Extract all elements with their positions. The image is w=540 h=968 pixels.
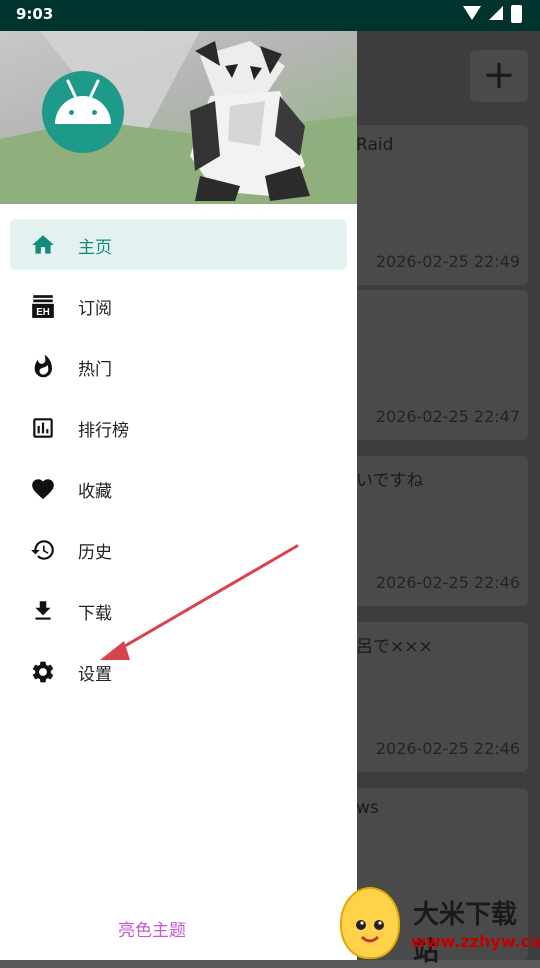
menu-item-label: 下载 (78, 604, 112, 624)
panda-illustration (190, 41, 310, 201)
menu-item-history[interactable]: 历史 (10, 524, 347, 575)
add-button[interactable]: + (470, 50, 528, 102)
gallery-card-time: 2026-02-25 22:46 (375, 739, 520, 758)
gallery-card-title: ws (356, 798, 379, 818)
gallery-card-time: 2026-02-25 22:47 (375, 407, 520, 426)
gallery-card-time: 2026-02-25 22:46 (375, 573, 520, 592)
gallery-card-title: いですね (356, 471, 424, 491)
watermark-logo-icon (340, 887, 400, 959)
gallery-card-time: 2026-02-25 22:49 (375, 252, 520, 271)
android-antenna-icon (66, 79, 100, 98)
drawer-header (0, 31, 357, 204)
menu-item-label: 热门 (78, 360, 112, 380)
history-icon (31, 540, 54, 560)
menu-item-favorites[interactable]: 收藏 (10, 463, 347, 514)
gallery-card[interactable]: 2026-02-25 22:47 (340, 290, 528, 440)
menu-item-ranking[interactable]: 排行榜 (10, 402, 347, 453)
gear-icon (32, 661, 54, 683)
menu-item-download[interactable]: 下载 (10, 585, 347, 636)
menu-item-label: 排行榜 (78, 421, 129, 441)
menu-item-label: 历史 (78, 543, 112, 563)
signal-icon (489, 6, 503, 20)
menu-item-label: 设置 (78, 665, 112, 685)
site-watermark: 大米下载站 www.zzhyw.com (337, 884, 540, 967)
menu-item-label: 订阅 (78, 299, 112, 319)
menu-item-settings[interactable]: 设置 (10, 646, 347, 697)
menu-item-popular[interactable]: 热门 (10, 341, 347, 392)
android-icon (55, 96, 111, 124)
navigation-drawer: 主页 EH 订阅 热门 排行榜 收藏 历史 下载 设置 亮色主题 (0, 0, 357, 960)
heart-icon (32, 479, 54, 500)
gallery-card[interactable]: いですね 2026-02-25 22:46 (340, 456, 528, 606)
status-time: 9:03 (16, 5, 54, 23)
menu-item-home[interactable]: 主页 (10, 219, 347, 270)
menu-item-label: 主页 (78, 238, 112, 258)
home-icon (32, 235, 54, 254)
gallery-card[interactable]: 呂で××× 2026-02-25 22:46 (340, 622, 528, 772)
gallery-card-title: 呂で××× (356, 637, 433, 657)
gallery-card-title: Raid (356, 135, 394, 155)
menu-item-subscribe[interactable]: EH 订阅 (10, 280, 347, 331)
svg-text:EH: EH (36, 307, 50, 318)
watermark-url: www.zzhyw.com (411, 932, 540, 951)
status-bar: 9:03 (0, 0, 540, 31)
user-avatar[interactable] (42, 71, 124, 153)
android-eye (69, 110, 74, 115)
download-icon (35, 601, 51, 620)
fire-icon (34, 354, 52, 378)
drawer-menu: 主页 EH 订阅 热门 排行榜 收藏 历史 下载 设置 (10, 219, 347, 707)
watermark-title: 大米下载站 (413, 900, 518, 967)
android-eye (92, 110, 97, 115)
eh-subscribe-icon: EH (32, 295, 54, 318)
wifi-icon (463, 6, 481, 20)
battery-icon (511, 5, 522, 23)
menu-item-label: 收藏 (78, 482, 112, 502)
bar-chart-icon (33, 418, 53, 438)
status-icons (463, 5, 522, 24)
light-theme-button[interactable]: 亮色主题 (118, 916, 186, 941)
gallery-card[interactable]: Raid 2026-02-25 22:49 (340, 125, 528, 285)
